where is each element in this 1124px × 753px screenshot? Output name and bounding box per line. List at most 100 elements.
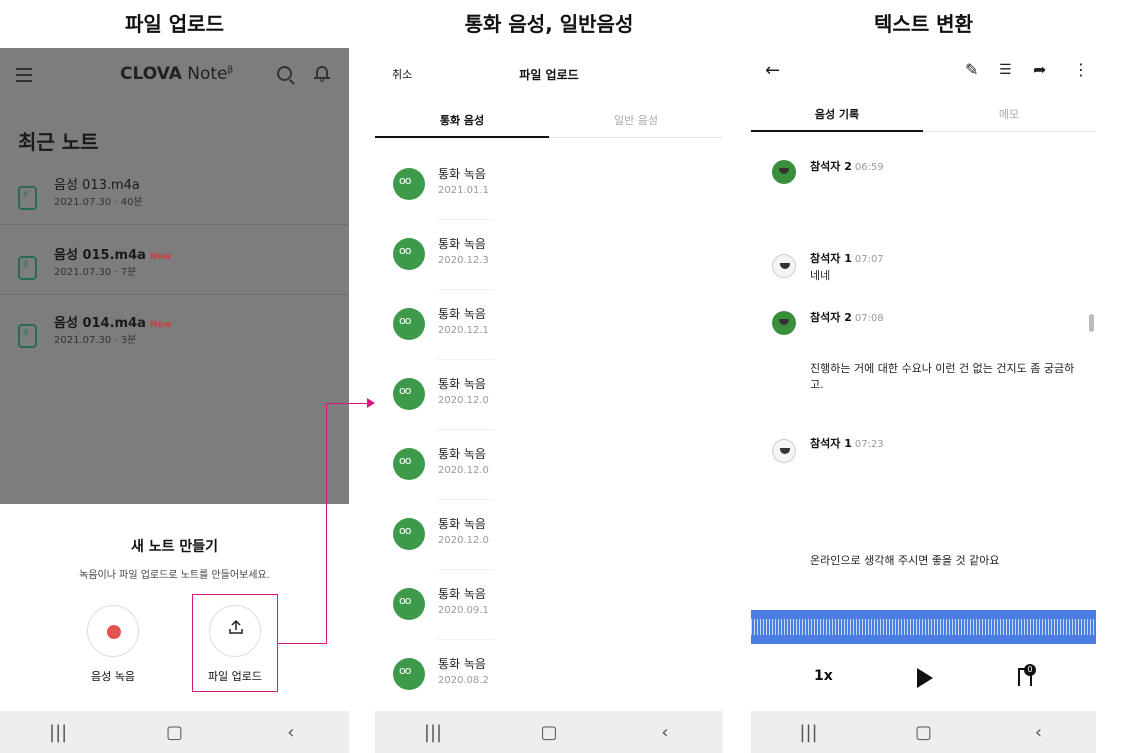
call-date: 2020.09.1 xyxy=(438,605,489,616)
call-date: 2020.08.2 xyxy=(438,675,489,686)
speaker-name: 참석자 1 07:23 xyxy=(810,437,884,450)
tab-normal-audio[interactable]: 일반 음성 xyxy=(549,112,723,128)
call-date: 2020.12.0 xyxy=(438,395,489,406)
utterance-text: 네네 xyxy=(810,269,831,282)
search-icon[interactable] xyxy=(277,66,292,81)
active-tab-indicator xyxy=(751,130,923,132)
call-recording-item[interactable]: 통화 녹음 2020.08.2 xyxy=(375,640,723,710)
voicemail-icon xyxy=(393,518,425,550)
note-meta: 2021.07.30 · 7분 xyxy=(54,267,137,278)
recent-notes-heading: 최근 노트 xyxy=(18,130,99,154)
caption-call: 통화 음성, 일반음성 xyxy=(464,12,634,36)
audio-file-icon xyxy=(18,186,37,210)
audio-type-tabs: 통화 음성 일반 음성 xyxy=(375,106,723,138)
tab-memo[interactable]: 메모 xyxy=(923,106,1095,122)
call-recording-item[interactable]: 통화 녹음 2020.12.1 xyxy=(375,290,723,360)
speed-button[interactable]: 1x xyxy=(814,668,833,684)
speaker-name: 참석자 2 06:59 xyxy=(810,160,884,173)
speaker-name: 참석자 2 07:08 xyxy=(810,311,884,324)
search-text-icon[interactable]: ☰ xyxy=(999,62,1012,78)
call-recording-item[interactable]: 통화 녹음 2020.09.1 xyxy=(375,570,723,640)
tab-voice-record[interactable]: 음성 기록 xyxy=(751,106,923,122)
frog-avatar-icon xyxy=(772,160,796,184)
system-nav-bar: ||| ▢ ‹ xyxy=(375,711,723,753)
panel-upload-screen: CLOVA Noteβ 최근 노트 음성 013.m4a 2021.07.30 … xyxy=(0,48,349,753)
back-icon[interactable]: ‹ xyxy=(261,722,321,743)
audio-file-icon xyxy=(18,324,37,348)
voicemail-icon xyxy=(393,588,425,620)
note-item[interactable]: 음성 013.m4a 2021.07.30 · 40분 xyxy=(0,174,349,244)
utterance-text: 온라인으로 생각해 주시면 좋을 것 같아요 xyxy=(810,554,1000,567)
sheet-subtitle: 녹음이나 파일 업로드로 노트를 만들어보세요. xyxy=(79,570,270,581)
record-label: 음성 녹음 xyxy=(91,670,135,683)
call-date: 2020.12.3 xyxy=(438,255,489,266)
voicemail-icon xyxy=(393,448,425,480)
call-title: 통화 녹음 xyxy=(438,657,486,671)
more-icon[interactable]: ⋮ xyxy=(1073,60,1089,79)
connector-line xyxy=(326,403,327,644)
call-title: 통화 녹음 xyxy=(438,517,486,531)
speaker-time[interactable]: 07:08 xyxy=(855,313,884,324)
caption-text: 텍스트 변환 xyxy=(874,12,973,36)
recent-apps-icon[interactable]: ||| xyxy=(779,722,839,743)
back-icon[interactable]: ‹ xyxy=(1009,722,1069,743)
tab-call-audio[interactable]: 통화 음성 xyxy=(375,112,549,128)
panel-transcript: ← ✎ ☰ ➦ ⋮ 음성 기록 메모 참석자 2 06:59 참석자 1 07:07… xyxy=(751,48,1096,753)
call-title: 통화 녹음 xyxy=(438,587,486,601)
recent-apps-icon[interactable]: ||| xyxy=(403,722,463,743)
voicemail-icon xyxy=(393,658,425,690)
call-recording-item[interactable]: 통화 녹음 2020.12.0 xyxy=(375,430,723,500)
note-item[interactable]: 음성 015.m4aNew 2021.07.30 · 7분 xyxy=(0,244,349,314)
recent-apps-icon[interactable]: ||| xyxy=(28,722,88,743)
connector-line xyxy=(326,403,368,404)
call-title: 통화 녹음 xyxy=(438,377,486,391)
note-title: 음성 014.m4a New xyxy=(54,316,172,331)
note-title: 음성 013.m4a xyxy=(54,178,140,193)
face-avatar-icon xyxy=(772,439,796,463)
call-recording-item[interactable]: 통화 녹음 2020.12.3 xyxy=(375,220,723,290)
call-title: 통화 녹음 xyxy=(438,307,486,321)
share-icon[interactable]: ➦ xyxy=(1033,60,1046,79)
panel-call-list: 취소 파일 업로드 통화 음성 일반 음성 통화 녹음 2021.01.1 통화 … xyxy=(375,48,723,753)
menu-icon[interactable] xyxy=(16,68,32,82)
call-recording-item[interactable]: 통화 녹음 2020.12.0 xyxy=(375,500,723,570)
audio-file-icon xyxy=(18,256,37,280)
sheet-title: 새 노트 만들기 xyxy=(130,539,219,555)
voicemail-icon xyxy=(393,168,425,200)
connector-line xyxy=(278,643,327,644)
bell-icon[interactable] xyxy=(314,64,330,82)
call-date: 2020.12.0 xyxy=(438,465,489,476)
scrollbar[interactable] xyxy=(1089,314,1094,332)
system-nav-bar: ||| ▢ ‹ xyxy=(751,711,1096,753)
caption-upload: 파일 업로드 xyxy=(125,12,224,36)
back-arrow-icon[interactable]: ← xyxy=(765,60,780,81)
speaker-time[interactable]: 07:07 xyxy=(855,254,884,265)
home-icon[interactable]: ▢ xyxy=(894,722,954,743)
audio-waveform[interactable] xyxy=(751,610,1096,644)
bookmark-count-badge: 0 xyxy=(1024,664,1036,676)
utterance-text: 진행하는 거에 대한 수요나 이런 건 없는 건지도 좀 궁금하 xyxy=(810,362,1075,375)
note-meta: 2021.07.30 · 40분 xyxy=(54,197,143,208)
note-title: 음성 015.m4a New xyxy=(54,248,172,263)
record-button[interactable] xyxy=(87,605,139,657)
call-date: 2020.12.1 xyxy=(438,325,489,336)
call-date: 2021.01.1 xyxy=(438,185,489,196)
note-meta: 2021.07.30 · 3분 xyxy=(54,335,137,346)
edit-icon[interactable]: ✎ xyxy=(965,60,978,79)
active-tab-indicator xyxy=(375,136,549,138)
note-item[interactable]: 음성 014.m4aNew 2021.07.30 · 3분 xyxy=(0,312,349,382)
transcript-toolbar: ← ✎ ☰ ➦ ⋮ xyxy=(751,60,1096,86)
voicemail-icon xyxy=(393,308,425,340)
call-recording-item[interactable]: 통화 녹음 2020.12.0 xyxy=(375,360,723,430)
play-icon[interactable] xyxy=(917,668,933,688)
home-icon[interactable]: ▢ xyxy=(519,722,579,743)
speaker-time[interactable]: 06:59 xyxy=(855,162,884,173)
call-recording-item[interactable]: 통화 녹음 2021.01.1 xyxy=(375,150,723,220)
home-icon[interactable]: ▢ xyxy=(144,722,204,743)
speaker-time[interactable]: 07:23 xyxy=(855,439,884,450)
upload-title: 파일 업로드 xyxy=(519,68,579,82)
app-header: CLOVA Noteβ xyxy=(0,62,349,90)
call-date: 2020.12.0 xyxy=(438,535,489,546)
back-icon[interactable]: ‹ xyxy=(635,722,695,743)
voicemail-icon xyxy=(393,378,425,410)
